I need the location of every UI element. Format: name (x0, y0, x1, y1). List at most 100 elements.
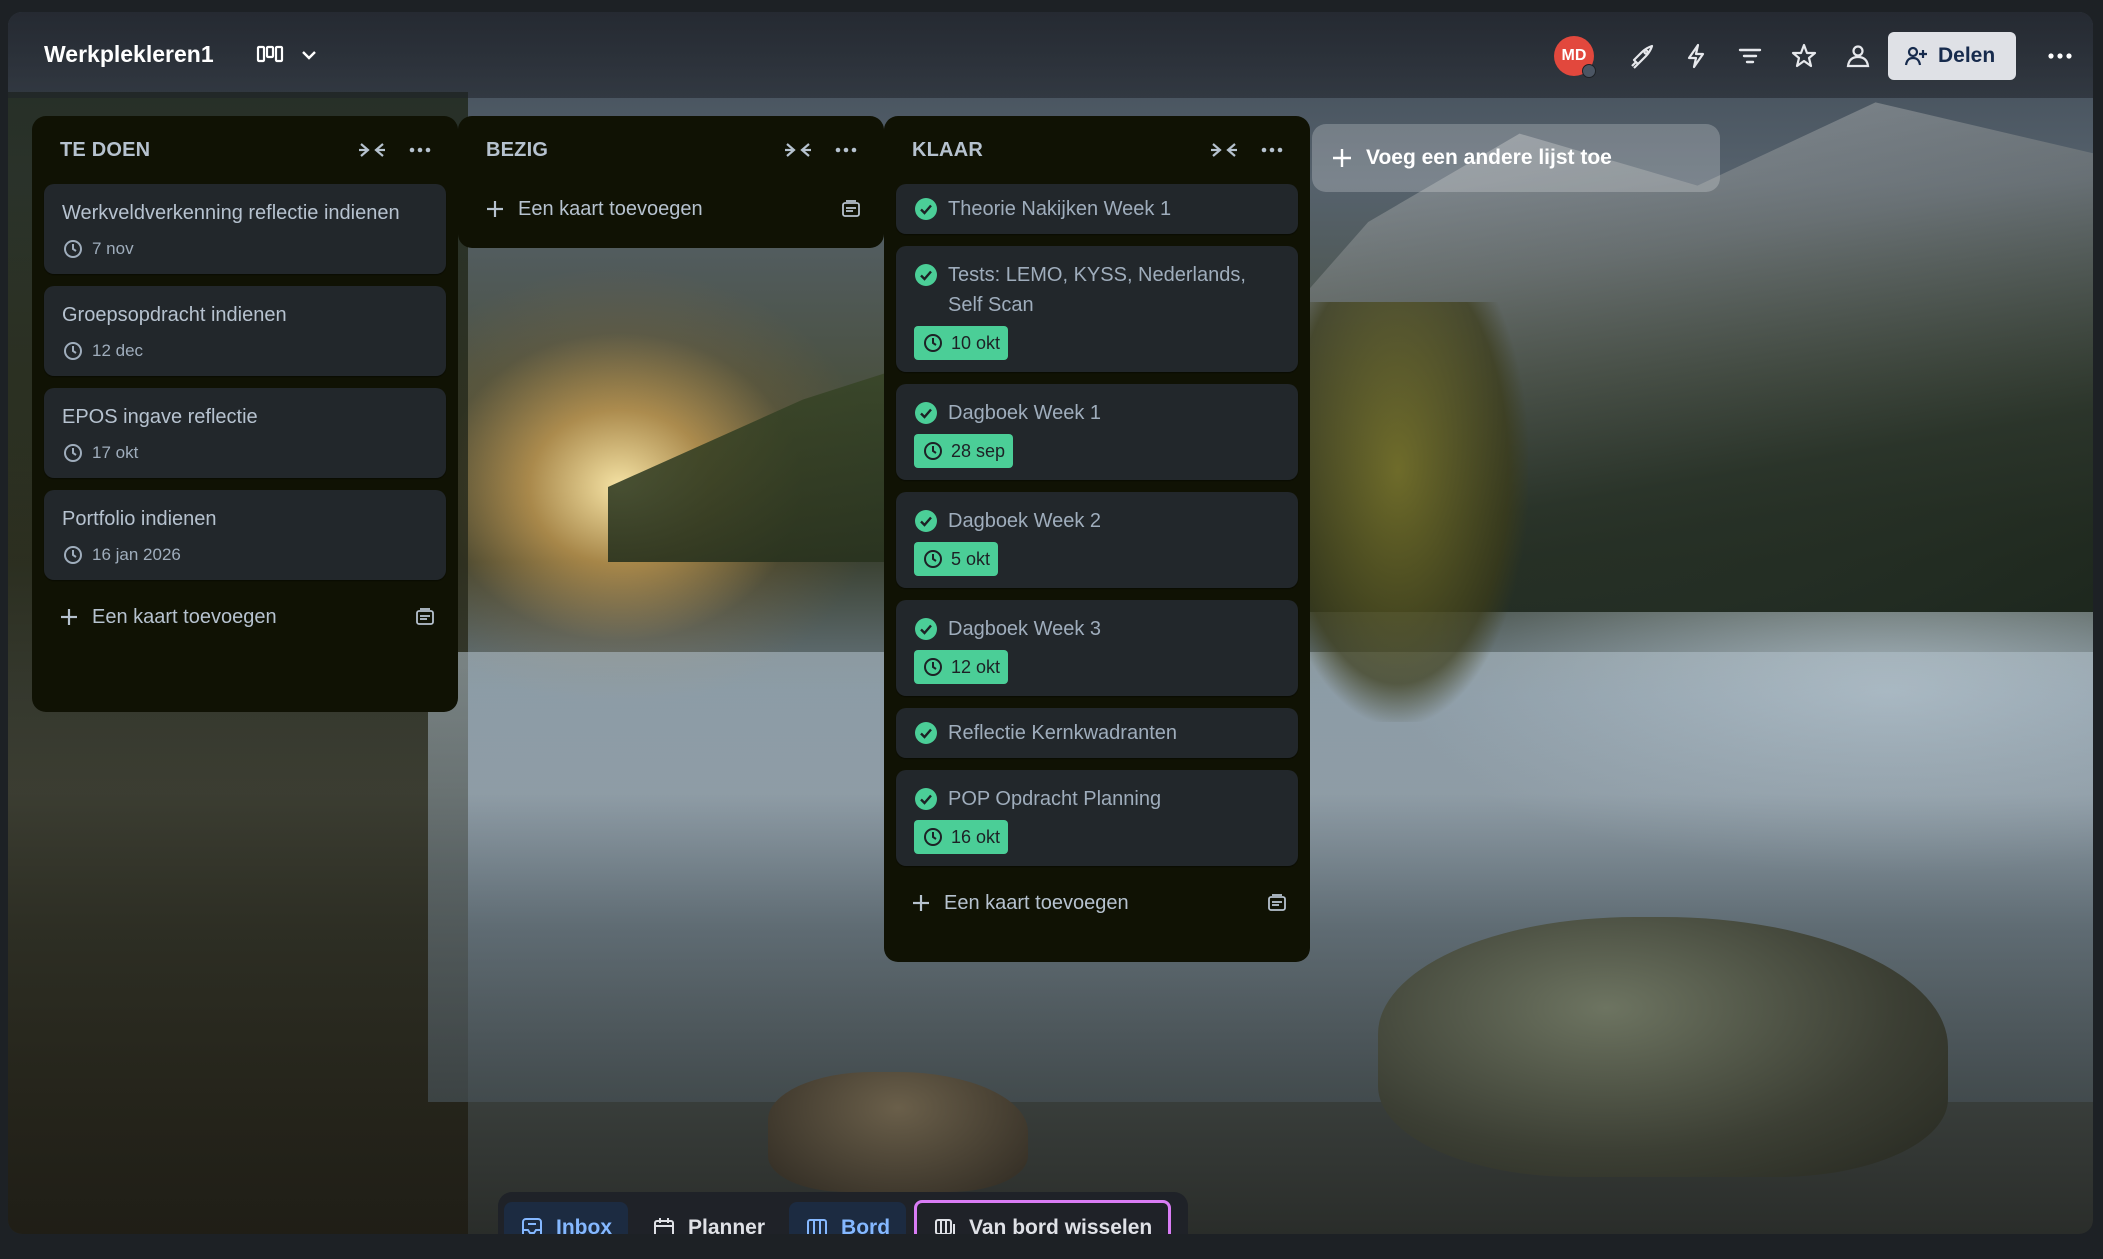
due-date-complete-badge[interactable]: 28 sep (914, 434, 1014, 468)
tab-inbox[interactable]: Inbox (504, 1202, 628, 1234)
card-title: Theorie Nakijken Week 1 (948, 198, 1172, 220)
board-title[interactable]: Werkplekleren1 (44, 41, 214, 68)
tab-label: Bord (841, 1216, 891, 1234)
board-icon (807, 1219, 828, 1234)
list-title[interactable]: BEZIG (486, 139, 548, 162)
card[interactable]: Groepsopdracht indienen 12 dec (44, 286, 446, 376)
card-title: EPOS ingave reflectie (62, 406, 258, 428)
collapse-list-icon[interactable] (1210, 140, 1238, 160)
card-template-icon[interactable] (414, 606, 436, 628)
due-date-text: 16 jan 2026 (92, 545, 181, 564)
collapse-list-icon[interactable] (784, 140, 812, 160)
list-header: BEZIG (470, 116, 872, 184)
card[interactable]: EPOS ingave reflectie 17 okt (44, 388, 446, 478)
due-date-complete-badge[interactable]: 10 okt (914, 326, 1009, 360)
tab-planner[interactable]: Planner (636, 1202, 781, 1234)
check-circle-icon[interactable] (914, 401, 938, 425)
add-member-icon (1904, 46, 1927, 66)
clock-icon (64, 240, 82, 258)
share-button[interactable]: Delen (1888, 32, 2016, 80)
automation-icon[interactable] (1682, 42, 1710, 70)
clock-icon (64, 342, 82, 360)
due-date-complete-badge[interactable]: 16 okt (914, 820, 1009, 854)
card-title: Portfolio indienen (62, 508, 217, 530)
list-bezig[interactable]: BEZIG Een kaart toevoegen (458, 116, 884, 248)
calendar-icon (654, 1218, 674, 1234)
check-circle-icon[interactable] (914, 721, 938, 745)
clock-icon (64, 546, 82, 564)
card-title: Dagboek Week 1 (948, 402, 1102, 424)
inbox-icon (522, 1218, 542, 1234)
due-date: 12 dec (62, 338, 430, 364)
add-card-label: Een kaart toevoegen (518, 197, 703, 220)
card-title: Werkveldverkenning reflectie indienen (62, 202, 400, 224)
card[interactable]: Tests: LEMO, KYSS, Nederlands, Self Scan… (896, 246, 1298, 372)
add-card-button[interactable]: Een kaart toevoegen (896, 878, 1298, 928)
list-header: KLAAR (896, 116, 1298, 184)
plus-icon (1333, 149, 1351, 167)
add-list-button[interactable]: Voeg een andere lijst toe (1312, 124, 1720, 192)
add-list-label: Voeg een andere lijst toe (1366, 146, 1612, 169)
check-circle-icon[interactable] (914, 197, 938, 221)
more-icon[interactable] (832, 138, 860, 162)
share-label: Delen (1938, 44, 1996, 67)
list-klaar[interactable]: KLAAR Theorie Nakijken Week 1 Tests: LEM… (884, 116, 1310, 962)
card[interactable]: POP Opdracht Planning 16 okt (896, 770, 1298, 866)
list-header: TE DOEN (44, 116, 446, 184)
card-title: Tests: LEMO, KYSS, Nederlands, Self Scan (948, 264, 1246, 316)
card[interactable]: Reflectie Kernkwadranten (896, 708, 1298, 758)
card-template-icon[interactable] (1266, 892, 1288, 914)
tab-board[interactable]: Bord (789, 1202, 907, 1234)
card-title: POP Opdracht Planning (948, 788, 1162, 810)
clock-icon (924, 550, 942, 568)
list-te-doen[interactable]: TE DOEN Werkveldverkenning reflectie ind… (32, 116, 458, 712)
chevron-down-icon[interactable] (298, 44, 320, 66)
view-switcher: Inbox Planner Bord Van bord wisselen (498, 1192, 1188, 1234)
check-circle-icon[interactable] (914, 263, 938, 287)
plus-icon (913, 895, 929, 911)
tab-label: Inbox (556, 1216, 612, 1234)
filter-icon[interactable] (1736, 42, 1764, 70)
board-header: Werkplekleren1 MD Delen (8, 12, 2093, 98)
collapse-list-icon[interactable] (358, 140, 386, 160)
due-date-complete-badge[interactable]: 12 okt (914, 650, 1009, 684)
add-card-button[interactable]: Een kaart toevoegen (44, 592, 446, 642)
switch-board-icon (935, 1219, 956, 1234)
visibility-icon[interactable] (1844, 42, 1872, 70)
due-date-text: 5 okt (951, 548, 991, 569)
admin-badge-icon (1582, 64, 1596, 78)
add-card-button[interactable]: Een kaart toevoegen (470, 184, 872, 234)
due-date: 7 nov (62, 236, 430, 262)
card[interactable]: Theorie Nakijken Week 1 (896, 184, 1298, 234)
star-icon[interactable] (1790, 42, 1818, 70)
clock-icon (924, 442, 942, 460)
more-icon[interactable] (1258, 138, 1286, 162)
list-title[interactable]: TE DOEN (60, 139, 150, 162)
card-title: Reflectie Kernkwadranten (948, 722, 1178, 744)
card-template-icon[interactable] (840, 198, 862, 220)
card-title: Dagboek Week 2 (948, 510, 1102, 532)
board-canvas: Werkplekleren1 MD Delen TE DOEN Werkveld… (8, 12, 2093, 1234)
due-date: 16 jan 2026 (62, 542, 430, 568)
card[interactable]: Dagboek Week 1 28 sep (896, 384, 1298, 480)
switch-board-button[interactable]: Van bord wisselen (914, 1200, 1172, 1234)
background-rock (768, 1072, 1028, 1192)
board-view-icon[interactable] (256, 44, 284, 66)
more-icon[interactable] (2044, 42, 2076, 70)
more-icon[interactable] (406, 138, 434, 162)
card[interactable]: Werkveldverkenning reflectie indienen 7 … (44, 184, 446, 274)
due-date-text: 28 sep (951, 440, 1006, 461)
card[interactable]: Portfolio indienen 16 jan 2026 (44, 490, 446, 580)
list-title[interactable]: KLAAR (912, 139, 983, 162)
card[interactable]: Dagboek Week 3 12 okt (896, 600, 1298, 696)
add-card-label: Een kaart toevoegen (92, 605, 277, 628)
tab-label: Planner (688, 1216, 766, 1234)
due-date-text: 7 nov (92, 239, 134, 258)
check-circle-icon[interactable] (914, 617, 938, 641)
check-circle-icon[interactable] (914, 787, 938, 811)
power-ups-icon[interactable] (1628, 42, 1656, 70)
card[interactable]: Dagboek Week 2 5 okt (896, 492, 1298, 588)
due-date-complete-badge[interactable]: 5 okt (914, 542, 999, 576)
clock-icon (924, 334, 942, 352)
check-circle-icon[interactable] (914, 509, 938, 533)
